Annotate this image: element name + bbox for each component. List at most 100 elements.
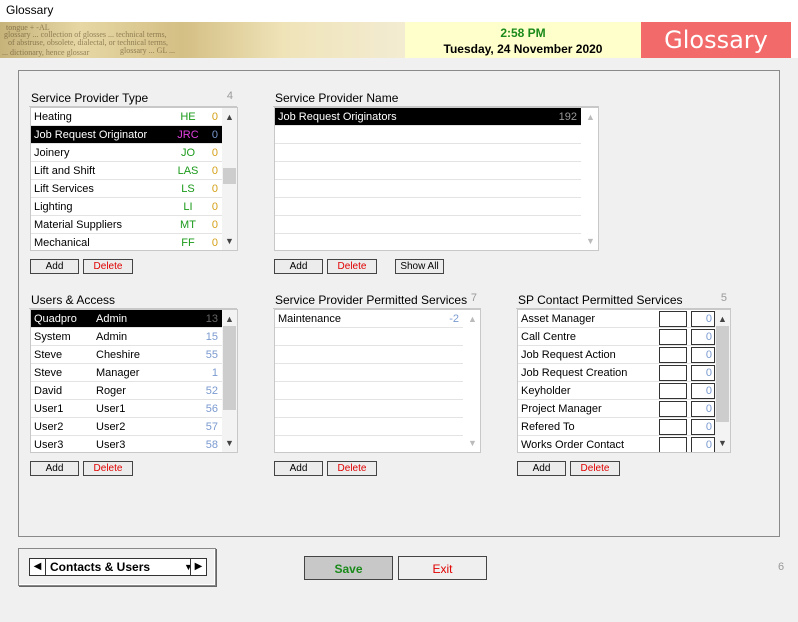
banner-text: ... dictionary, hence glossar — [2, 48, 90, 57]
sp-name-add-button[interactable]: Add — [274, 259, 323, 274]
users-list[interactable]: Quadpro Admin 13 System Admin 15 Steve Cheshire… — [30, 309, 238, 453]
save-button[interactable]: Save — [304, 556, 393, 580]
list-item[interactable]: Mechanical FF 0 — [31, 234, 222, 250]
list-item[interactable] — [275, 234, 581, 250]
list-item[interactable]: Lift Services LS 0 — [31, 180, 222, 198]
sp-services-delete-button[interactable]: Delete — [327, 461, 377, 476]
table-row[interactable]: Quadpro Admin 13 — [31, 310, 222, 328]
scroll-up-icon[interactable]: ▲ — [715, 312, 730, 326]
scroll-down-icon[interactable]: ▼ — [465, 436, 480, 450]
list-item[interactable]: Asset Manager 0 — [518, 310, 715, 328]
section-selector[interactable]: ◀ Contacts & Users ▼ ▶ — [29, 558, 207, 576]
table-row[interactable]: User3 User3 58 — [31, 436, 222, 452]
scroll-up-icon[interactable]: ▲ — [465, 312, 480, 326]
prev-arrow-icon[interactable]: ◀ — [30, 559, 46, 575]
list-item[interactable] — [275, 328, 463, 346]
sp-contact-scrollbar[interactable]: ▲ ▼ — [715, 310, 730, 452]
table-row[interactable]: David Roger 52 — [31, 382, 222, 400]
service-value[interactable]: 0 — [691, 365, 715, 381]
list-item[interactable]: Lift and Shift LAS 0 — [31, 162, 222, 180]
service-value[interactable]: 0 — [691, 437, 715, 452]
exit-button[interactable]: Exit — [398, 556, 487, 580]
service-value[interactable]: 0 — [691, 347, 715, 363]
scroll-down-icon[interactable]: ▼ — [715, 436, 730, 450]
sp-contact-list[interactable]: Asset Manager 0 Call Centre 0 Job Request Ac… — [517, 309, 731, 453]
table-row[interactable]: Steve Manager 1 — [31, 364, 222, 382]
scroll-down-icon[interactable]: ▼ — [583, 234, 598, 248]
users-add-button[interactable]: Add — [30, 461, 79, 476]
list-item[interactable] — [275, 346, 463, 364]
list-item[interactable]: Joinery JO 0 — [31, 144, 222, 162]
scroll-down-icon[interactable]: ▼ — [222, 234, 237, 248]
scroll-thumb[interactable] — [223, 326, 236, 410]
service-checkbox[interactable] — [659, 383, 687, 399]
scroll-down-icon[interactable]: ▼ — [222, 436, 237, 450]
sp-type-scrollbar[interactable]: ▲ ▼ — [222, 108, 237, 250]
user-id: 1 — [211, 367, 218, 379]
list-item[interactable] — [275, 436, 463, 452]
service-checkbox[interactable] — [659, 311, 687, 327]
service-value[interactable]: 0 — [691, 401, 715, 417]
list-item[interactable]: Maintenance -2 — [275, 310, 463, 328]
list-item[interactable] — [275, 382, 463, 400]
show-all-button[interactable]: Show All — [395, 259, 444, 274]
list-item[interactable]: Works Order Contact 0 — [518, 436, 715, 452]
sp-contact-add-button[interactable]: Add — [517, 461, 566, 476]
sp-services-add-button[interactable]: Add — [274, 461, 323, 476]
table-row[interactable]: User1 User1 56 — [31, 400, 222, 418]
sp-type-add-button[interactable]: Add — [30, 259, 79, 274]
service-checkbox[interactable] — [659, 365, 687, 381]
service-value[interactable]: 0 — [691, 329, 715, 345]
list-item[interactable]: Keyholder 0 — [518, 382, 715, 400]
sp-name-list[interactable]: Job Request Originators 192 ▲ ▼ — [274, 107, 599, 251]
service-checkbox[interactable] — [659, 419, 687, 435]
sp-name-scrollbar[interactable]: ▲ ▼ — [583, 108, 598, 250]
sp-type-count-value: 0 — [211, 219, 218, 231]
list-item[interactable] — [275, 198, 581, 216]
service-value[interactable]: 0 — [691, 383, 715, 399]
list-item[interactable]: Job Request Originators 192 — [275, 108, 581, 126]
service-checkbox[interactable] — [659, 347, 687, 363]
service-checkbox[interactable] — [659, 401, 687, 417]
list-item[interactable] — [275, 216, 581, 234]
list-item[interactable]: Call Centre 0 — [518, 328, 715, 346]
scroll-up-icon[interactable]: ▲ — [222, 110, 237, 124]
sp-contact-delete-button[interactable]: Delete — [570, 461, 620, 476]
list-item[interactable] — [275, 364, 463, 382]
scroll-up-icon[interactable]: ▲ — [222, 312, 237, 326]
list-item[interactable] — [275, 162, 581, 180]
list-item[interactable]: Lighting LI 0 — [31, 198, 222, 216]
sp-services-list[interactable]: Maintenance -2 ▲ ▼ — [274, 309, 481, 453]
next-arrow-icon[interactable]: ▶ — [190, 559, 206, 575]
user-first-name: System — [34, 331, 71, 343]
table-row[interactable]: Steve Cheshire 55 — [31, 346, 222, 364]
list-item[interactable] — [275, 144, 581, 162]
list-item[interactable]: Project Manager 0 — [518, 400, 715, 418]
sp-type-delete-button[interactable]: Delete — [83, 259, 133, 274]
service-value[interactable]: 0 — [691, 419, 715, 435]
list-item[interactable]: Job Request Originator JRC 0 — [31, 126, 222, 144]
list-item[interactable] — [275, 418, 463, 436]
list-item[interactable]: Material Suppliers MT 0 — [31, 216, 222, 234]
list-item[interactable] — [275, 400, 463, 418]
table-row[interactable]: User2 User2 57 — [31, 418, 222, 436]
service-value[interactable]: 0 — [691, 311, 715, 327]
sp-type-count-value: 0 — [211, 237, 218, 249]
sp-name-delete-button[interactable]: Delete — [327, 259, 377, 274]
list-item[interactable]: Heating HE 0 — [31, 108, 222, 126]
service-checkbox[interactable] — [659, 329, 687, 345]
list-item[interactable] — [275, 126, 581, 144]
scroll-thumb[interactable] — [716, 326, 729, 422]
list-item[interactable]: Job Request Action 0 — [518, 346, 715, 364]
list-item[interactable]: Job Request Creation 0 — [518, 364, 715, 382]
table-row[interactable]: System Admin 15 — [31, 328, 222, 346]
users-scrollbar[interactable]: ▲ ▼ — [222, 310, 237, 452]
users-delete-button[interactable]: Delete — [83, 461, 133, 476]
list-item[interactable] — [275, 180, 581, 198]
sp-type-list[interactable]: Heating HE 0 Job Request Originator JRC 0 Join… — [30, 107, 238, 251]
list-item[interactable]: Refered To 0 — [518, 418, 715, 436]
service-checkbox[interactable] — [659, 437, 687, 452]
sp-services-scrollbar[interactable]: ▲ ▼ — [465, 310, 480, 452]
scroll-thumb[interactable] — [223, 168, 236, 184]
scroll-up-icon[interactable]: ▲ — [583, 110, 598, 124]
